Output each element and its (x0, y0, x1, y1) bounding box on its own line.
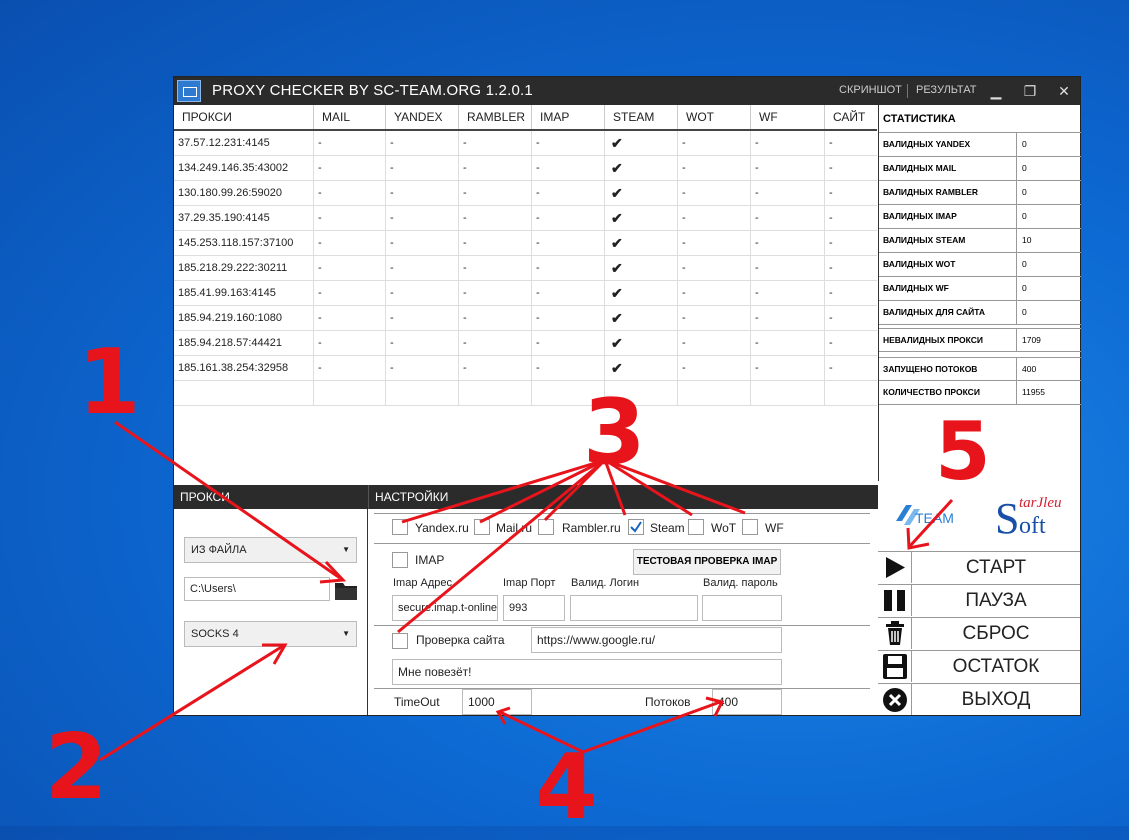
annotation-1: 1 (78, 330, 141, 435)
annotation-3: 3 (583, 380, 646, 485)
annotation-5: 5 (935, 405, 991, 498)
annotation-2: 2 (45, 715, 108, 820)
annotation-4: 4 (535, 735, 598, 840)
